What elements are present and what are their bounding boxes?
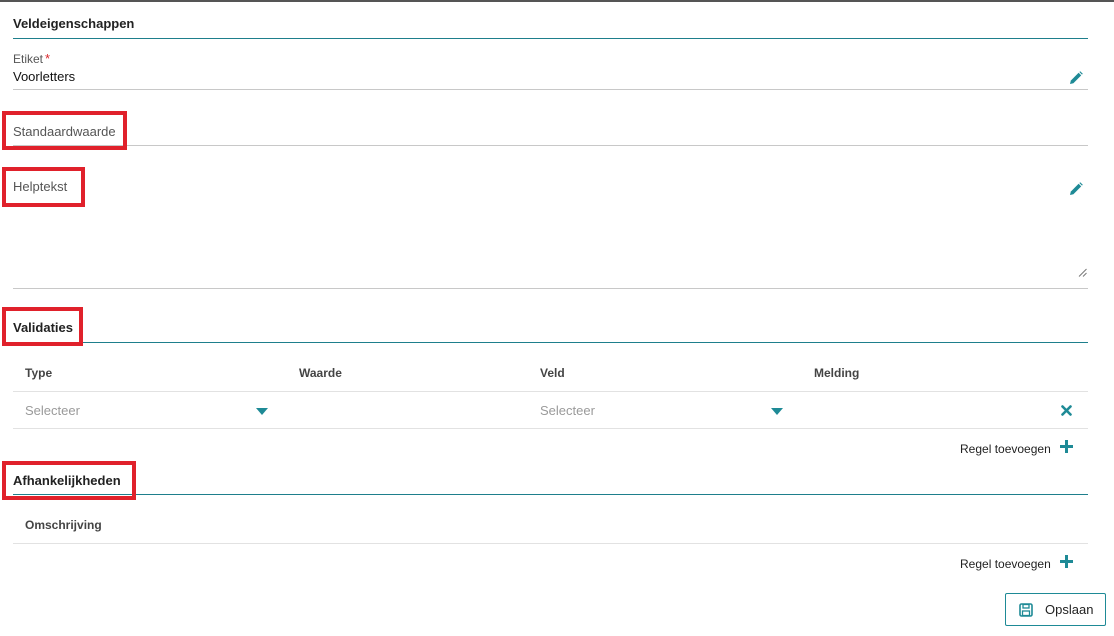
required-marker: * [45, 51, 51, 66]
help-text-underline [13, 288, 1088, 289]
save-button[interactable]: Opslaan [1005, 593, 1106, 626]
column-header-message: Melding [814, 366, 860, 380]
table-header-divider [13, 391, 1088, 392]
type-select[interactable]: Selecteer [25, 403, 80, 418]
save-button-label: Opslaan [1045, 602, 1094, 617]
section-divider [13, 38, 1088, 39]
section-divider [13, 494, 1088, 495]
plus-icon[interactable] [1060, 440, 1073, 453]
chevron-down-icon[interactable] [256, 408, 268, 415]
label-field-label: Etiket [13, 52, 44, 66]
label-field-input[interactable]: Voorletters [13, 69, 75, 84]
highlight-box-dependencies [2, 461, 136, 500]
column-header-description: Omschrijving [25, 518, 102, 532]
table-header-divider [13, 543, 1088, 544]
highlight-box-help-text [2, 167, 85, 207]
add-validation-rule-link[interactable]: Regel toevoegen [960, 442, 1051, 456]
column-header-field: Veld [540, 366, 565, 380]
highlight-box-default-value [2, 111, 127, 150]
section-divider [13, 342, 1088, 343]
plus-icon[interactable] [1060, 555, 1073, 568]
field-select[interactable]: Selecteer [540, 403, 595, 418]
default-value-underline [13, 145, 1088, 146]
pencil-icon[interactable] [1069, 182, 1083, 196]
highlight-box-validations [2, 307, 83, 346]
column-header-type: Type [25, 366, 53, 380]
table-row-divider [13, 428, 1088, 429]
add-dependency-rule-link[interactable]: Regel toevoegen [960, 557, 1051, 571]
chevron-down-icon[interactable] [771, 408, 783, 415]
section-title-field-properties: Veldeigenschappen [13, 16, 135, 31]
resize-handle-icon[interactable] [1078, 268, 1087, 277]
top-border [0, 0, 1114, 2]
pencil-icon[interactable] [1069, 71, 1083, 85]
floppy-disk-icon [1019, 603, 1033, 617]
column-header-value: Waarde [299, 366, 342, 380]
label-field-caption: Etiket * [13, 51, 50, 66]
label-field-underline [13, 89, 1088, 90]
close-icon[interactable] [1061, 405, 1072, 416]
